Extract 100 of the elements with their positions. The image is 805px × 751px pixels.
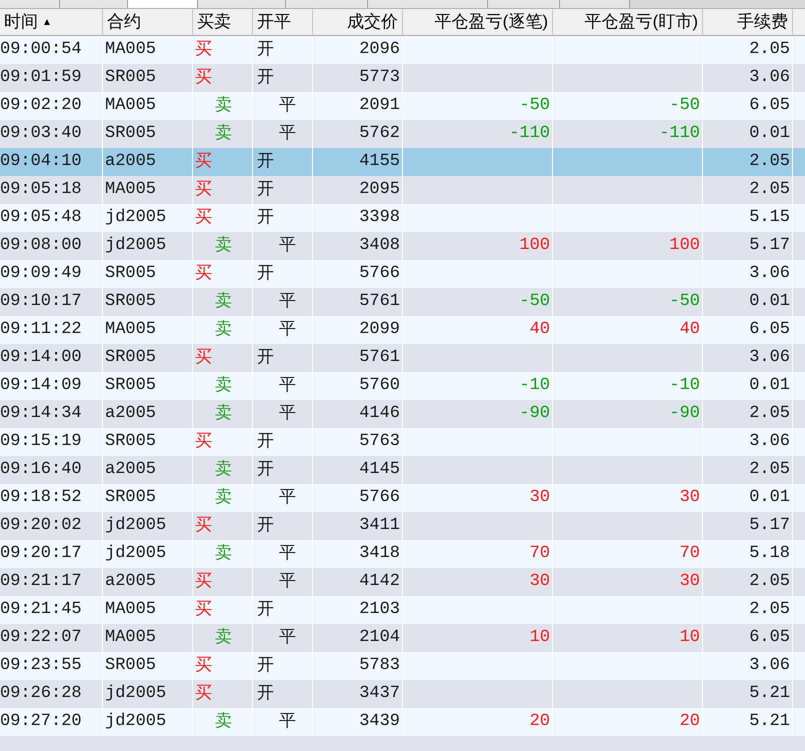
table-cell-text: SR005: [105, 123, 156, 146]
tab[interactable]: [488, 0, 560, 8]
tab[interactable]: [286, 0, 368, 8]
table-row[interactable]: 09:27:20 jd2005 卖 平 3439 20 20 5.21: [0, 708, 805, 736]
table-cell-text: 5.17: [749, 515, 790, 538]
column-header[interactable]: 手续费: [737, 9, 788, 35]
table-cell-text: 09:20:02: [0, 515, 82, 538]
column-header[interactable]: 成交价: [347, 9, 398, 35]
tab[interactable]: [368, 0, 488, 8]
table-cell-text: 开: [257, 38, 274, 62]
table-row[interactable]: 09:20:17 jd2005 卖 平 3418 70 70 5.18: [0, 540, 805, 568]
table-row[interactable]: 09:03:40 SR005 卖 平 5762 -110 -110 0.01: [0, 120, 805, 148]
column-header[interactable]: 平仓盈亏(逐笔): [434, 9, 548, 35]
table-row[interactable]: 09:08:00 jd2005 卖 平 3408 100 100 5.17: [0, 232, 805, 260]
table-cell-text: 5766: [359, 487, 400, 510]
table-cell-text: 0.01: [749, 291, 790, 314]
table-cell-text: 40: [530, 319, 550, 342]
table-cell-text: 开: [257, 682, 274, 706]
table-row[interactable]: 09:05:18 MA005 买 开 2095 2.05: [0, 176, 805, 204]
table-cell-text: 平: [279, 122, 296, 146]
table-row[interactable]: 09:11:22 MA005 卖 平 2099 40 40 6.05: [0, 316, 805, 344]
table-row[interactable]: 09:21:45 MA005 买 开 2103 2.05: [0, 596, 805, 624]
table-row[interactable]: 09:14:00 SR005 买 开 5761 3.06: [0, 344, 805, 372]
table-row[interactable]: 09:02:20 MA005 卖 平 2091 -50 -50 6.05: [0, 92, 805, 120]
table-cell-text: 5.18: [749, 543, 790, 566]
table-cell-text: jd2005: [105, 515, 166, 538]
table-row[interactable]: 09:10:17 SR005 卖 平 5761 -50 -50 0.01: [0, 288, 805, 316]
table-cell-text: 卖: [215, 374, 232, 398]
table-cell-text: 5761: [359, 291, 400, 314]
table-cell-text: 开: [257, 66, 274, 90]
table-row[interactable]: 09:21:17 a2005 买 平 4142 30 30 2.05: [0, 568, 805, 596]
table-cell-text: 开: [257, 654, 274, 678]
table-row[interactable]: 09:20:02 jd2005 买 开 3411 5.17: [0, 512, 805, 540]
table-cell-text: SR005: [105, 263, 156, 286]
table-cell-text: 卖: [215, 458, 232, 482]
table-cell-text: -90: [519, 403, 550, 426]
table-cell-text: 09:05:18: [0, 179, 82, 202]
table-row[interactable]: 09:05:48 jd2005 买 开 3398 5.15: [0, 204, 805, 232]
table-cell-text: 0.01: [749, 487, 790, 510]
table-cell-text: 2091: [359, 95, 400, 118]
table-cell-text: jd2005: [105, 235, 166, 258]
tab[interactable]: [560, 0, 630, 8]
table-row[interactable]: 09:22:07 MA005 卖 平 2104 10 10 6.05: [0, 624, 805, 652]
table-cell-text: 2104: [359, 627, 400, 650]
table-cell-text: 09:11:22: [0, 319, 82, 342]
table-cell-text: 买: [195, 682, 212, 706]
table-cell-text: 09:14:09: [0, 375, 82, 398]
table-cell-text: 3439: [359, 711, 400, 734]
table-cell-text: 5760: [359, 375, 400, 398]
table-cell-text: 2.05: [749, 459, 790, 482]
table-cell-text: 6.05: [749, 627, 790, 650]
tab[interactable]: [0, 0, 60, 8]
table-cell-text: SR005: [105, 487, 156, 510]
table-cell-text: SR005: [105, 375, 156, 398]
table-cell-text: 3411: [359, 515, 400, 538]
table-cell-text: 3418: [359, 543, 400, 566]
table-row[interactable]: 09:04:10 a2005 买 开 4155 2.05: [0, 148, 805, 176]
table-cell-text: 09:21:45: [0, 599, 82, 622]
table-row[interactable]: 09:00:54 MA005 买 开 2096 2.05: [0, 36, 805, 64]
tab[interactable]: [60, 0, 128, 8]
column-header[interactable]: 开平: [257, 9, 291, 35]
table-cell-text: 2.05: [749, 599, 790, 622]
table-cell-text: 5783: [359, 655, 400, 678]
table-cell-text: 平: [279, 542, 296, 566]
table-cell-text: 3.06: [749, 347, 790, 370]
table-row[interactable]: 09:18:52 SR005 卖 平 5766 30 30 0.01: [0, 484, 805, 512]
table-row[interactable]: 09:01:59 SR005 买 开 5773 3.06: [0, 64, 805, 92]
table-cell-text: 买: [195, 654, 212, 678]
table-cell-text: 3.06: [749, 655, 790, 678]
table-cell-text: 买: [195, 346, 212, 370]
table-row[interactable]: 09:23:55 SR005 买 开 5783 3.06: [0, 652, 805, 680]
column-header[interactable]: 时间: [4, 9, 38, 35]
table-cell-text: 09:20:17: [0, 543, 82, 566]
table-cell-text: jd2005: [105, 207, 166, 230]
tab[interactable]: [128, 0, 198, 8]
table-cell-text: 平: [279, 94, 296, 118]
table-cell-text: 买: [195, 262, 212, 286]
tab[interactable]: [198, 0, 286, 8]
table-row[interactable]: 09:14:09 SR005 卖 平 5760 -10 -10 0.01: [0, 372, 805, 400]
table-cell-text: 3.06: [749, 67, 790, 90]
table-cell-text: 2.05: [749, 179, 790, 202]
table-cell-text: jd2005: [105, 683, 166, 706]
table-cell-text: 2.05: [749, 151, 790, 174]
table-cell-text: 5.17: [749, 235, 790, 258]
table-cell-text: 平: [279, 710, 296, 734]
table-cell-text: 2095: [359, 179, 400, 202]
table-cell-text: 70: [680, 543, 700, 566]
table-row[interactable]: 09:15:19 SR005 买 开 5763 3.06: [0, 428, 805, 456]
table-cell-text: 卖: [215, 486, 232, 510]
column-header[interactable]: 合约: [107, 9, 141, 35]
table-cell-text: SR005: [105, 655, 156, 678]
table-cell-text: 开: [257, 150, 274, 174]
column-header[interactable]: 买卖: [197, 9, 231, 35]
table-cell-text: -90: [669, 403, 700, 426]
table-row[interactable]: 09:26:28 jd2005 买 开 3437 5.21: [0, 680, 805, 708]
table-row[interactable]: 09:14:34 a2005 卖 平 4146 -90 -90 2.05: [0, 400, 805, 428]
table-row[interactable]: 09:09:49 SR005 买 开 5766 3.06: [0, 260, 805, 288]
column-header[interactable]: 平仓盈亏(盯市): [584, 9, 698, 35]
table-cell-text: MA005: [105, 319, 156, 342]
table-row[interactable]: 09:16:40 a2005 卖 开 4145 2.05: [0, 456, 805, 484]
